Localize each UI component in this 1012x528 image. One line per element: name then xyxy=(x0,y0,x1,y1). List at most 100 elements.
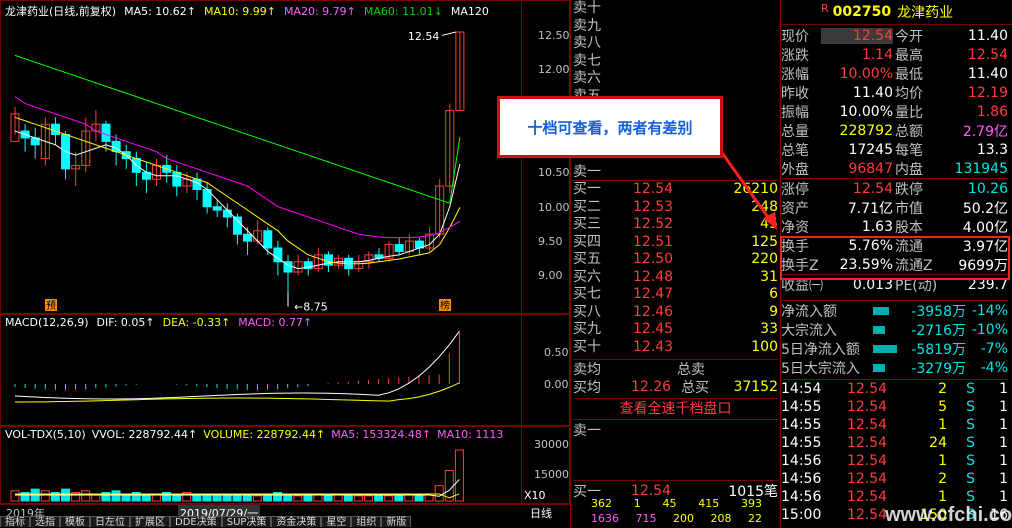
quote-label2: 均价 xyxy=(895,85,923,102)
volume-bar xyxy=(212,495,222,502)
tick-volume: 1 xyxy=(938,453,947,469)
kline-chart[interactable]: 12.54 ←8.75 预 榜 xyxy=(1,13,521,313)
indicator-tab[interactable]: 扩展区 xyxy=(130,516,170,528)
macd-chart xyxy=(14,330,460,403)
indicator-tab[interactable]: 新版 xyxy=(381,516,412,528)
quote-value: 12.54 xyxy=(852,180,893,197)
buy-level-price: 12.53 xyxy=(633,198,674,215)
fund-flow-label: 5日大宗流入 xyxy=(781,360,860,377)
indicator-tab[interactable]: 指标 xyxy=(0,516,30,528)
fund-flow-value: -5819万 xyxy=(911,341,966,358)
restore-flag: R xyxy=(821,1,829,15)
quote-label2: 内盘 xyxy=(895,161,923,178)
full-book-link[interactable]: 查看全速千档盘口 xyxy=(620,401,732,417)
sell-level-label: 卖九 xyxy=(573,17,601,34)
buy-avg-label: 买均 xyxy=(573,380,601,396)
quote-value2: 10.26 xyxy=(967,180,1008,197)
tick-row: 14:55 12.54 24 S 1 xyxy=(781,434,1008,452)
buy-level-label: 买九 xyxy=(573,321,601,337)
indicator-tab[interactable]: 日左位 xyxy=(90,516,130,528)
buy-level-label: 买六 xyxy=(573,268,601,285)
tick-volume: 2 xyxy=(938,381,947,397)
tick-volume: 5 xyxy=(938,399,947,415)
tick-time: 14:54 xyxy=(781,381,822,397)
quote-value2: 131945 xyxy=(954,160,1008,177)
buy-level-row[interactable]: 买六 12.48 31 xyxy=(573,269,778,287)
indicator-tab[interactable]: 模板 xyxy=(60,516,90,528)
lower-book-cell: 1 xyxy=(633,497,641,510)
tick-price: 12.54 xyxy=(847,417,888,433)
tick-time: 14:56 xyxy=(781,489,822,505)
vol-tick: 30000 xyxy=(534,438,569,451)
buy-level-price: 12.48 xyxy=(633,268,674,285)
quote-label: 净资 xyxy=(781,219,809,236)
tick-price: 12.54 xyxy=(847,489,888,505)
buy-level-row[interactable]: 买九 12.45 33 xyxy=(573,321,778,339)
quote-label2: 股本 xyxy=(895,219,923,236)
quote-value2: 1.86 xyxy=(976,103,1008,120)
volume-bar xyxy=(303,495,313,502)
indicator-tab[interactable]: DDE决策 xyxy=(170,516,222,528)
buy-level-price: 12.54 xyxy=(633,181,674,197)
indicator-tab[interactable]: 选指 xyxy=(30,516,60,528)
quote-label: 现价 xyxy=(781,28,809,45)
fund-flow-label: 5日净流入额 xyxy=(781,341,860,358)
high-label: 12.54 xyxy=(408,30,440,43)
fund-flow-pct: -4% xyxy=(980,359,1008,376)
tick-side: S xyxy=(966,399,975,415)
tick-side: S xyxy=(966,489,975,505)
quote-label: 涨幅 xyxy=(781,66,809,83)
tick-price: 12.54 xyxy=(847,453,888,469)
high-pointer xyxy=(441,31,457,36)
tick-side: S xyxy=(966,381,975,397)
buy-level-volume: 31 xyxy=(760,268,778,285)
buy-level-row[interactable]: 买五 12.50 220 xyxy=(573,251,778,269)
quote-row: 资产 7.71亿 市值 50.2亿 xyxy=(781,198,1008,217)
macd-panel[interactable]: MACD(12,26,9) DIF: 0.05↑ DEA: -0.33↑ MAC… xyxy=(0,314,570,426)
indicator-tab[interactable]: SUP决策 xyxy=(221,516,272,528)
indicator-tab[interactable]: 星空 xyxy=(321,516,352,528)
quote-value2: 13.3 xyxy=(976,141,1008,158)
quote-value: 7.71亿 xyxy=(847,200,893,217)
quote-value: 1.14 xyxy=(861,46,893,63)
quote-label2: 每笔 xyxy=(895,142,923,159)
quote-label: 涨跌 xyxy=(781,47,809,64)
buy-level-row[interactable]: 买十 12.43 100 xyxy=(573,339,778,357)
buy-level-volume: 100 xyxy=(751,338,778,355)
tick-row: 14:55 12.54 5 S 1 xyxy=(781,398,1008,416)
kline-panel[interactable]: 龙津药业(日线,前复权) MA5: 10.62↑ MA10: 9.99↑ MA2… xyxy=(0,0,570,314)
buy-level-row[interactable]: 买七 12.47 6 xyxy=(573,286,778,304)
tick-count: 1 xyxy=(999,381,1008,397)
dea-label: DEA: -0.33↑ xyxy=(162,316,231,329)
candle-body xyxy=(101,123,111,142)
fund-flow-pct: -10% xyxy=(971,321,1008,338)
indicator-tab[interactable]: 组织 xyxy=(351,516,382,528)
indicator-tab[interactable]: 资金决策 xyxy=(271,516,322,528)
vol-ma5-label: MA5: 153324.48↑ xyxy=(331,428,432,441)
macd-title: MACD(12,26,9) xyxy=(5,316,89,329)
quote-value: 1.63 xyxy=(861,218,893,235)
tick-time: 14:55 xyxy=(781,435,822,451)
buy-level-label: 买八 xyxy=(573,303,601,320)
buy-level-volume: 220 xyxy=(751,251,778,267)
quote-label: 总笔 xyxy=(781,142,809,159)
tick-row: 14:56 12.54 1 S 1 xyxy=(781,452,1008,470)
volume-panel[interactable]: VOL-TDX(5,10) VVOL: 228792.44↑ VOLUME: 2… xyxy=(0,426,570,504)
quote-label: 涨停 xyxy=(781,181,809,198)
quote-row: 涨停 12.54 跌停 10.26 xyxy=(781,178,1008,198)
fund-flow-bar xyxy=(873,325,885,334)
watermark: www.cfchi.com xyxy=(885,504,1012,526)
vvol-label: VVOL: 228792.44↑ xyxy=(91,428,198,441)
quote-value: 12.54 xyxy=(821,27,893,44)
volume-bar xyxy=(242,495,252,502)
volume-bar xyxy=(111,490,121,502)
buy-level-label: 买十 xyxy=(573,338,601,355)
quote-label: 资产 xyxy=(781,200,809,217)
callout-arrow xyxy=(718,149,777,230)
quote-row: 现价 12.54 今开 11.40 xyxy=(781,26,1008,45)
quote-value2: 11.40 xyxy=(967,65,1008,82)
volume-bar xyxy=(293,495,303,502)
buy-level-row[interactable]: 买八 12.46 9 xyxy=(573,304,778,322)
low-label: ←8.75 xyxy=(294,300,328,313)
tick-time: 14:56 xyxy=(781,471,822,487)
